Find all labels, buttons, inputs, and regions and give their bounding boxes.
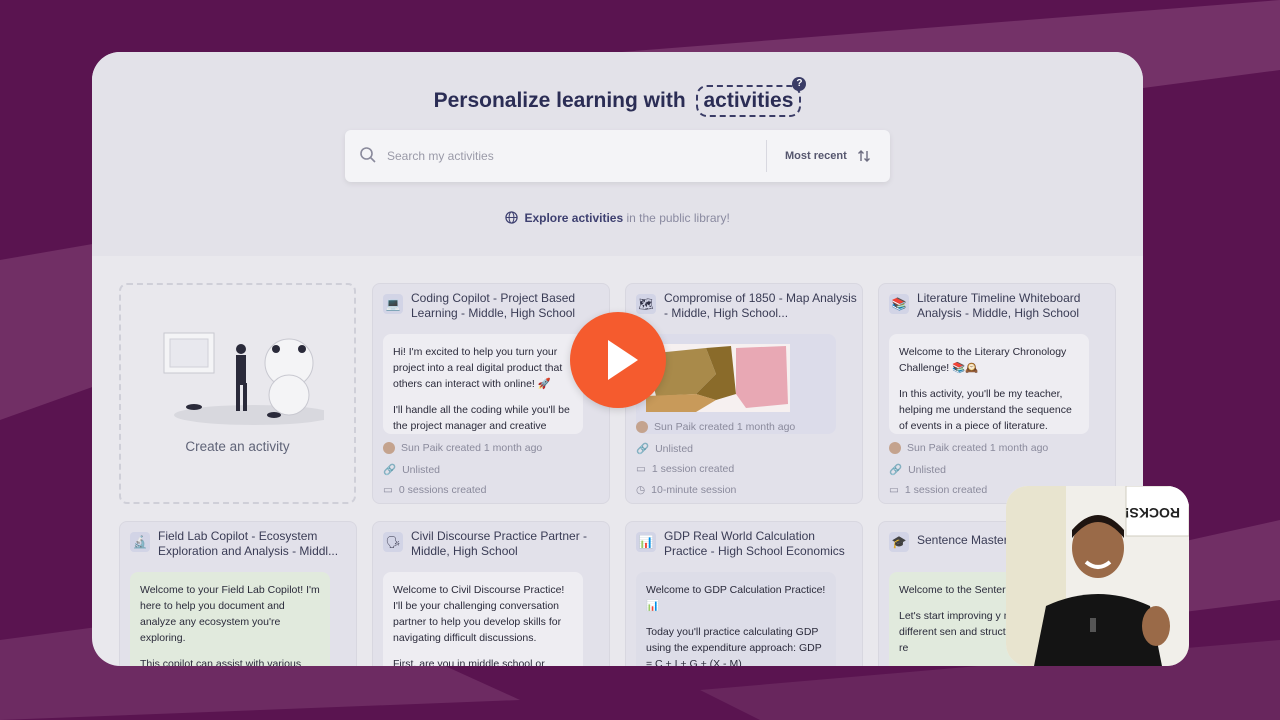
card-duration: ◷ 10-minute session [636,484,736,496]
avatar [636,421,648,433]
bar-chart-icon: 📊 [636,532,656,552]
activity-card[interactable]: 📚 Literature Timeline Whiteboard Analysi… [878,283,1116,504]
card-preview: Hi! I'm excited to help you turn your pr… [383,334,583,434]
preview-text: Today you'll practice calculating GDP us… [646,626,822,666]
sort-dropdown[interactable]: Most recent [777,140,877,172]
visibility-text: Unlisted [402,463,441,476]
preview-text: Welcome to GDP Calculation Practice! 📊 [646,584,826,612]
visibility-text: Unlisted [655,442,694,455]
card-title: GDP Real World Calculation Practice - Hi… [664,529,845,558]
preview-text: I'll handle all the coding while you'll … [393,404,570,432]
chat-icon: ▭ [636,463,646,475]
visibility-text: Unlisted [908,463,947,476]
chat-icon: ▭ [889,484,899,496]
card-title: Field Lab Copilot - Ecosystem Exploratio… [158,529,339,558]
card-sessions: ▭ 1 session created [636,463,734,475]
clock-icon: ◷ [636,484,646,496]
explore-suffix: in the public library! [626,211,730,225]
activities-highlight[interactable]: activities ? [695,77,807,117]
create-activity-card[interactable]: Create an activity [119,283,356,504]
author-text: Sun Paik created 1 month ago [654,421,796,433]
grad-cap-icon: 🎓 [889,532,909,552]
presenter-video: ROCKS! [1006,486,1189,666]
page-title: Personalize learning with activities ? [92,77,1143,117]
help-icon[interactable]: ? [792,77,807,91]
activity-card[interactable]: 📊 GDP Real World Calculation Practice - … [625,521,863,666]
create-illustration [163,332,324,425]
sort-arrows-icon [857,150,870,162]
card-visibility: 🔗 Unlisted [889,463,947,477]
card-title: Literature Timeline Whiteboard Analysis … [917,291,1081,320]
search-bar: Most recent [345,130,890,182]
author-text: Sun Paik created 1 month ago [401,442,543,454]
play-button[interactable] [570,312,666,408]
speech-head-icon: 🗣 [383,532,403,552]
map-image [646,344,790,412]
card-author: Sun Paik created 1 month ago [889,442,1048,454]
preview-text: Hi! I'm excited to help you turn your pr… [393,346,563,390]
preview-text: First, are you in middle school or [393,658,545,666]
explore-link[interactable]: Explore activities [524,211,623,225]
preview-text: Welcome to Civil Discourse Practice! I'l… [393,584,565,644]
author-text: Sun Paik created 1 month ago [907,442,1049,454]
activity-card[interactable]: 🗣 Civil Discourse Practice Partner - Mid… [372,521,610,666]
card-author: Sun Paik created 1 month ago [636,421,795,433]
sessions-text: 0 sessions created [398,484,487,496]
globe-icon [505,211,518,224]
preview-text: Welcome to the Literary Chronology Chall… [899,346,1067,374]
activity-card[interactable]: 🔬 Field Lab Copilot - Ecosystem Explorat… [119,521,357,666]
card-preview: Welcome to Civil Discourse Practice! I'l… [383,572,583,666]
sessions-text: 1 session created [651,463,735,475]
link-icon: 🔗 [889,464,903,476]
card-sessions: ▭ 1 session created [889,484,987,496]
card-title: Compromise of 1850 - Map Analysis - Midd… [664,291,857,320]
presenter-image: ROCKS! [1006,486,1189,666]
chat-icon: ▭ [383,484,393,496]
title-highlight: activities [703,89,794,112]
explore-hint: Explore activities in the public library… [92,211,1143,225]
card-visibility: 🔗 Unlisted [636,442,694,456]
books-icon: 📚 [889,294,909,314]
link-icon: 🔗 [383,464,397,476]
play-icon [608,340,638,380]
preview-text: This copilot can assist with various [140,658,302,666]
microscope-icon: 🔬 [130,532,150,552]
card-preview: Welcome to the Literary Chronology Chall… [889,334,1089,434]
search-icon [360,147,376,163]
sessions-text: 1 session created [904,484,988,496]
link-icon: 🔗 [636,443,650,455]
laptop-icon: 💻 [383,294,403,314]
card-sessions: ▭ 0 sessions created [383,484,486,496]
card-preview: Welcome to GDP Calculation Practice! 📊 T… [636,572,836,666]
card-title: Civil Discourse Practice Partner - Middl… [411,529,588,558]
card-preview [636,334,836,434]
card-preview: Welcome to your Field Lab Copilot! I'm h… [130,572,330,666]
svg-text:ROCKS!: ROCKS! [1125,505,1180,521]
search-divider [766,140,767,172]
preview-text: Welcome to your Field Lab Copilot! I'm h… [140,584,320,644]
page-header: Personalize learning with activities ? M… [92,52,1143,256]
avatar [889,442,901,454]
title-prefix: Personalize learning with [433,89,686,112]
preview-text: In this activity, you'll be my teacher, … [899,388,1072,432]
duration-text: 10-minute session [651,484,737,496]
search-input[interactable] [387,143,747,169]
avatar [383,442,395,454]
map-icon: 🗺 [636,294,656,314]
sort-label: Most recent [785,150,847,162]
card-visibility: 🔗 Unlisted [383,463,441,477]
card-author: Sun Paik created 1 month ago [383,442,542,454]
create-activity-label: Create an activity [185,439,290,454]
